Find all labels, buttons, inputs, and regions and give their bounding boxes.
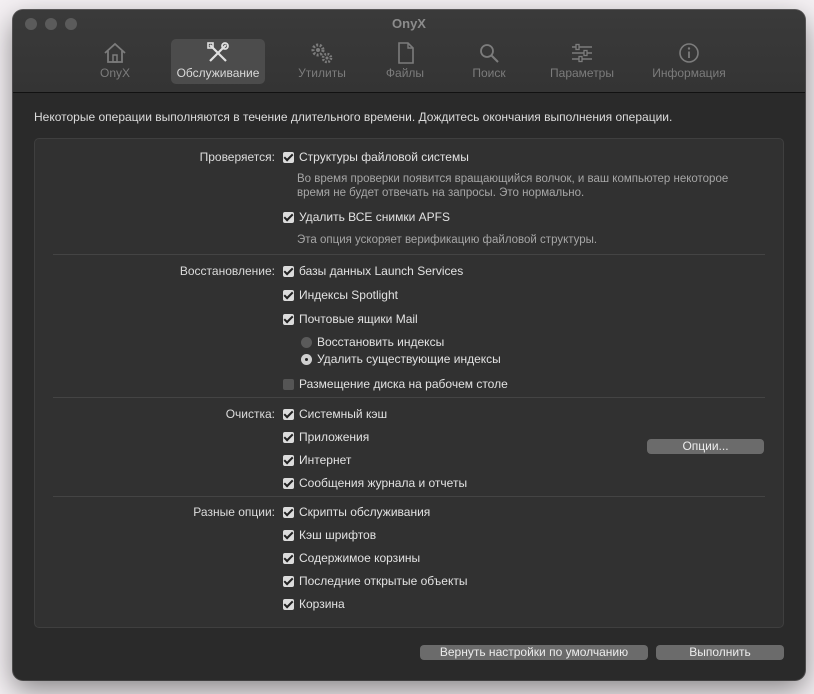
- tab-files[interactable]: Файлы: [381, 39, 429, 84]
- spotlight-checkbox[interactable]: Индексы Spotlight: [283, 288, 398, 302]
- divider: [53, 397, 765, 398]
- notice-text: Некоторые операции выполняются в течение…: [34, 110, 673, 124]
- tab-parameters[interactable]: Параметры: [545, 39, 619, 84]
- checkbox-label: Почтовые ящики Mail: [299, 312, 418, 326]
- tab-maintenance[interactable]: Обслуживание: [171, 39, 265, 84]
- tab-label: Утилиты: [298, 66, 346, 80]
- rebuild-indexes-radio[interactable]: Восстановить индексы: [301, 335, 444, 349]
- reset-defaults-button[interactable]: Вернуть настройки по умолчанию: [420, 645, 648, 660]
- tab-onyx[interactable]: OnyX: [91, 39, 139, 84]
- checkbox-label: Интернет: [299, 453, 352, 467]
- applications-checkbox[interactable]: Приложения: [283, 430, 369, 444]
- checkbox-icon: [283, 408, 294, 420]
- verify-hint: Во время проверки появится вращающийся в…: [297, 172, 728, 200]
- file-system-structure-checkbox[interactable]: Структуры файловой системы: [283, 150, 469, 164]
- recent-items-checkbox[interactable]: Последние открытые объекты: [283, 574, 467, 588]
- checkbox-icon: [283, 575, 294, 587]
- tab-label: Обслуживание: [176, 66, 260, 80]
- checkbox-icon: [283, 378, 294, 390]
- checkbox-icon: [283, 477, 294, 489]
- checkbox-label: Скрипты обслуживания: [299, 505, 431, 519]
- magnifier-icon: [480, 44, 499, 63]
- tab-information[interactable]: Информация: [649, 39, 729, 84]
- tab-label: Параметры: [550, 66, 614, 80]
- checkbox-icon: [283, 211, 294, 223]
- checkbox-icon: [283, 598, 294, 610]
- radio-label: Удалить существующие индексы: [317, 352, 501, 366]
- checkbox-icon: [283, 552, 294, 564]
- checkbox-icon: [283, 289, 294, 301]
- trash-contents-checkbox[interactable]: Содержимое корзины: [283, 551, 420, 565]
- divider: [53, 254, 765, 255]
- checkbox-label: Размещение диска на рабочем столе: [299, 377, 508, 391]
- checkbox-label: Системный кэш: [299, 407, 388, 421]
- tab-label: Файлы: [385, 66, 425, 80]
- radio-icon: [301, 353, 312, 365]
- logs-checkbox[interactable]: Сообщения журнала и отчеты: [283, 476, 467, 490]
- tab-search[interactable]: Поиск: [465, 39, 513, 84]
- launch-services-checkbox[interactable]: базы данных Launch Services: [283, 264, 463, 278]
- apfs-hint: Эта опция ускоряет верификацию файловой …: [297, 234, 598, 246]
- sliders-icon: [572, 43, 592, 63]
- app-window: OnyX OnyX Обслуживание Утилиты Файлы Пои…: [13, 10, 805, 680]
- run-button[interactable]: Выполнить: [656, 645, 784, 660]
- checkbox-label: Кэш шрифтов: [299, 528, 377, 542]
- delete-indexes-radio[interactable]: Удалить существующие индексы: [301, 352, 501, 366]
- checkbox-icon: [283, 151, 294, 163]
- checkbox-label: Удалить ВСЕ снимки APFS: [299, 210, 450, 224]
- tab-label: OnyX: [99, 66, 130, 80]
- rebuild-label: Восстановление:: [179, 264, 275, 278]
- checkbox-label: базы данных Launch Services: [299, 264, 464, 278]
- maintenance-options-group: Проверяется: Структуры файловой системы …: [34, 138, 784, 628]
- radio-icon: [301, 336, 312, 348]
- tools-icon: [207, 42, 229, 62]
- mail-checkbox[interactable]: Почтовые ящики Mail: [283, 312, 418, 326]
- checkbox-icon: [283, 313, 294, 325]
- verify-label: Проверяется:: [199, 150, 275, 164]
- font-cache-checkbox[interactable]: Кэш шрифтов: [283, 528, 376, 542]
- maintenance-scripts-checkbox[interactable]: Скрипты обслуживания: [283, 505, 430, 519]
- document-icon: [398, 42, 414, 64]
- checkbox-icon: [283, 265, 294, 277]
- hint-line: Во время проверки появится вращающийся в…: [297, 173, 729, 185]
- system-cache-checkbox[interactable]: Системный кэш: [283, 407, 387, 421]
- window-title: OnyX: [392, 16, 426, 31]
- tab-utilities[interactable]: Утилиты: [291, 39, 353, 84]
- hint-line: время не будет отвечать на запросы. Это …: [297, 187, 585, 199]
- checkbox-label: Корзина: [299, 597, 345, 611]
- checkbox-icon: [283, 431, 294, 443]
- checkbox-icon: [283, 506, 294, 518]
- clean-label: Очистка:: [225, 407, 275, 421]
- misc-label: Разные опции:: [193, 505, 275, 519]
- desktop-disk-checkbox[interactable]: Размещение диска на рабочем столе: [283, 377, 508, 391]
- gears-icon: [311, 43, 333, 64]
- tab-label: Информация: [652, 66, 726, 80]
- info-icon: [679, 43, 699, 63]
- checkbox-icon: [283, 529, 294, 541]
- radio-label: Восстановить индексы: [317, 335, 445, 349]
- checkbox-label: Содержимое корзины: [299, 551, 421, 565]
- trash-checkbox[interactable]: Корзина: [283, 597, 345, 611]
- checkbox-label: Последние открытые объекты: [299, 574, 468, 588]
- divider: [53, 496, 765, 497]
- house-icon: [104, 42, 126, 63]
- checkbox-icon: [283, 454, 294, 466]
- tab-label: Поиск: [472, 66, 506, 80]
- checkbox-label: Индексы Spotlight: [299, 288, 398, 302]
- checkbox-label: Сообщения журнала и отчеты: [299, 476, 468, 490]
- toolbar: OnyX OnyX Обслуживание Утилиты Файлы Пои…: [13, 10, 805, 93]
- checkbox-label: Структуры файловой системы: [299, 150, 469, 164]
- internet-checkbox[interactable]: Интернет: [283, 453, 351, 467]
- checkbox-label: Приложения: [299, 430, 370, 444]
- delete-apfs-snapshots-checkbox[interactable]: Удалить ВСЕ снимки APFS: [283, 210, 450, 224]
- clean-options-button[interactable]: Опции...: [647, 439, 764, 454]
